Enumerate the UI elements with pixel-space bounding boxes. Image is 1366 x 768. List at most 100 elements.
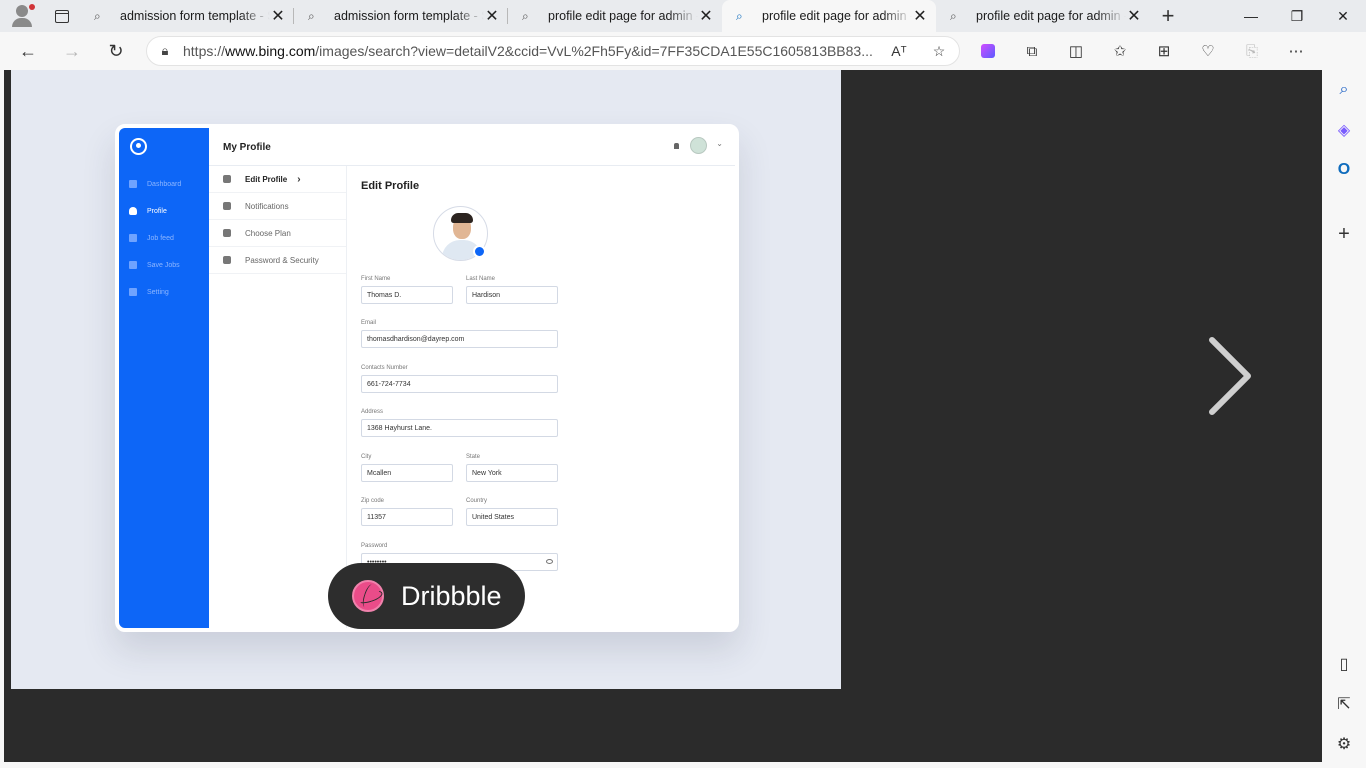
settings-more-icon[interactable]: ⋯ (1274, 32, 1318, 70)
state-field: New York (466, 464, 558, 482)
mock-menu-notifications: Notifications (209, 193, 346, 220)
email-label: Email (361, 320, 377, 326)
read-aloud-icon[interactable]: Aᵀ (879, 43, 919, 59)
city-field: Mcallen (361, 464, 453, 482)
extensions-icon[interactable]: ⧉ (1010, 32, 1054, 70)
state-label: State (466, 454, 481, 460)
source-label: Dribbble (401, 580, 502, 611)
mock-form-title: Edit Profile (361, 180, 420, 192)
new-tab-button[interactable]: + (1150, 3, 1186, 29)
dribbble-icon (352, 580, 384, 612)
tab-2[interactable]: ⌕ admission form template - Search ✕ (294, 0, 508, 32)
copilot-sidebar-icon[interactable]: ◈ (1322, 110, 1366, 150)
mock-page-title: My Profile (223, 142, 271, 153)
address-bar[interactable]: 🔒︎ https://www.bing.com/images/search?vi… (146, 36, 960, 66)
search-icon: ⌕ (522, 8, 529, 23)
tab-title: admission form template - Search (334, 9, 484, 23)
profile-mockup: Dashboard Profile Job feed Save Jobs Set… (115, 124, 739, 632)
refresh-button[interactable]: ↻ (94, 32, 138, 70)
restore-button[interactable]: ❐ (1274, 0, 1320, 32)
mock-sidebar: Dashboard Profile Job feed Save Jobs Set… (119, 128, 209, 628)
mock-nav-job-feed: Job feed (129, 234, 174, 242)
mock-nav-dashboard: Dashboard (129, 180, 181, 188)
mock-nav-save-jobs: Save Jobs (129, 261, 180, 269)
edge-sidebar: ⌕ ◈ O + ▯ ⇱ ⚙ (1322, 70, 1366, 768)
first-name-label: First Name (361, 276, 391, 282)
bookmark-icon (129, 261, 137, 269)
mock-menu-edit-profile: Edit Profile › (209, 166, 346, 193)
close-tab-icon[interactable]: ✕ (270, 6, 286, 26)
tab-title: profile edit page for admin - Search (976, 9, 1126, 23)
gear-icon (129, 288, 137, 296)
plan-icon (223, 229, 231, 237)
search-icon: ⌕ (308, 8, 315, 23)
shield-icon (223, 256, 231, 264)
chevron-down-icon: ⌄ (716, 139, 723, 148)
forward-button[interactable]: → (50, 32, 94, 70)
tab-title: profile edit page for admin - Search (548, 9, 698, 23)
avatar (690, 137, 707, 154)
mock-settings-menu: Edit Profile › Notifications Choose Plan … (209, 166, 347, 628)
briefcase-icon (129, 234, 137, 242)
tab-1[interactable]: ⌕ admission form template - Search ✕ (80, 0, 294, 32)
favorite-star-icon[interactable]: ☆ (919, 43, 959, 60)
image-viewer: Dashboard Profile Job feed Save Jobs Set… (4, 70, 1322, 762)
city-label: City (361, 454, 372, 460)
search-icon: ⌕ (736, 8, 743, 23)
tab-3[interactable]: ⌕ profile edit page for admin - Search ✕ (508, 0, 722, 32)
notification-dot (29, 4, 35, 10)
close-tab-icon[interactable]: ✕ (912, 6, 928, 26)
contact-field: 661-724-7734 (361, 375, 558, 393)
close-window-button[interactable]: ✕ (1320, 0, 1366, 32)
mock-header: My Profile ⌄ (209, 128, 735, 166)
mock-nav-setting: Setting (129, 288, 169, 296)
navigation-bar: ← → ↻ 🔒︎ https://www.bing.com/images/sea… (0, 32, 1366, 96)
chevron-right-icon: › (297, 173, 301, 185)
sidebar-settings-icon[interactable]: ⚙ (1322, 724, 1366, 764)
country-label: Country (466, 498, 488, 504)
tab-4-active[interactable]: ⌕ profile edit page for admin - Search ✕ (722, 0, 936, 32)
open-external-icon[interactable]: ⇱ (1322, 684, 1366, 724)
bell-icon (674, 143, 679, 149)
tab-actions-icon (55, 9, 69, 23)
back-button[interactable]: ← (6, 32, 50, 70)
browser-essentials-icon[interactable]: ♡ (1186, 32, 1230, 70)
hide-sidebar-icon[interactable]: ▯ (1322, 644, 1366, 684)
close-tab-icon[interactable]: ✕ (484, 6, 500, 26)
minimize-button[interactable]: — (1228, 0, 1274, 32)
search-icon[interactable]: ⌕ (1322, 70, 1366, 110)
password-label: Password (361, 543, 388, 549)
contact-label: Contacts Number (361, 365, 408, 371)
address-label: Address (361, 409, 384, 415)
zip-label: Zip code (361, 498, 385, 504)
tab-5[interactable]: ⌕ profile edit page for admin - Search ✕ (936, 0, 1150, 32)
edit-photo-icon (473, 245, 486, 258)
dashboard-icon (129, 180, 137, 188)
email-field: thomasdhardison@dayrep.com (361, 330, 558, 348)
logo-icon (130, 138, 147, 155)
outlook-icon[interactable]: O (1322, 150, 1366, 190)
tab-title: profile edit page for admin - Search (762, 9, 912, 23)
copilot-extension-icon[interactable] (966, 32, 1010, 70)
bell-icon (223, 202, 231, 210)
tab-actions-button[interactable] (44, 0, 80, 32)
source-badge[interactable]: Dribbble (328, 563, 525, 629)
address-field: 1368 Hayhurst Lane. (361, 419, 558, 437)
split-screen-icon[interactable]: ◫ (1054, 32, 1098, 70)
close-tab-icon[interactable]: ✕ (1126, 6, 1142, 26)
eye-icon (546, 559, 553, 564)
zip-field: 11357 (361, 508, 453, 526)
first-name-field: Thomas D. (361, 286, 453, 304)
collections-icon[interactable]: ⊞ (1142, 32, 1186, 70)
profile-button[interactable] (0, 0, 44, 32)
close-tab-icon[interactable]: ✕ (698, 6, 714, 26)
lock-icon[interactable]: 🔒︎ (147, 43, 183, 59)
favorites-icon[interactable]: ✩ (1098, 32, 1142, 70)
share-icon[interactable]: ⎘ (1230, 32, 1274, 70)
mock-nav-profile: Profile (129, 207, 167, 215)
search-icon: ⌕ (94, 8, 101, 23)
url-text[interactable]: https://www.bing.com/images/search?view=… (183, 43, 879, 59)
add-sidebar-app-icon[interactable]: + (1322, 214, 1366, 254)
mock-menu-password-security: Password & Security (209, 247, 346, 274)
next-image-arrow-icon[interactable] (1204, 336, 1260, 416)
